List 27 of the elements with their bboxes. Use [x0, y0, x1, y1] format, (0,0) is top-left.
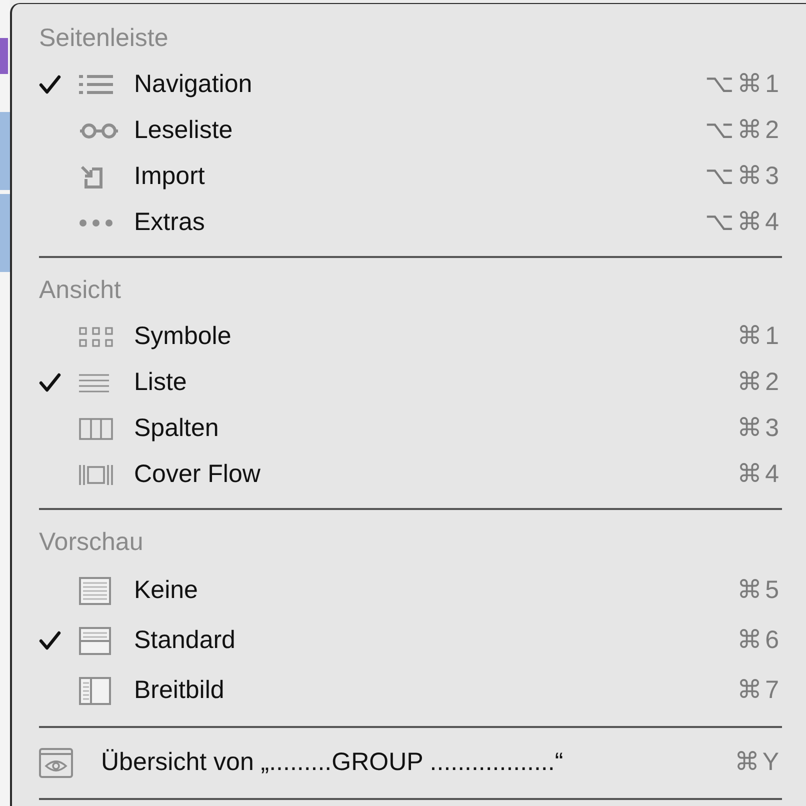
list-icon: [79, 74, 113, 96]
menu-item[interactable]: Leseliste ⌥⌘2: [39, 108, 782, 154]
eye-icon: [39, 748, 73, 778]
preview-icon: [79, 577, 111, 605]
preview-icon: [79, 677, 111, 705]
menu-item[interactable]: Spalten ⌘3: [39, 406, 782, 452]
section-header: Ansicht: [39, 275, 121, 306]
cover-flow-icon: [79, 464, 113, 486]
preview-icon: [79, 627, 111, 655]
menu-item[interactable]: Übersicht von „.........GROUP ..................“ ⌘Y: [39, 738, 782, 788]
section-header: Seitenleiste: [39, 23, 168, 54]
menu-item[interactable]: Standard ⌘6: [39, 616, 782, 666]
menu-item[interactable]: Liste ⌘2: [39, 360, 782, 406]
menu-item[interactable]: Breitbild ⌘7: [39, 666, 782, 716]
import-icon: [79, 165, 103, 189]
menu-item[interactable]: Symbole ⌘1: [39, 314, 782, 360]
more-icon: [79, 219, 113, 227]
columns-icon: [79, 418, 113, 440]
menu-item[interactable]: Import ⌥⌘3: [39, 154, 782, 200]
section-header: Vorschau: [39, 527, 144, 558]
list-view-icon: [79, 373, 109, 393]
grid-icon: [79, 327, 113, 347]
menu-item[interactable]: Extras ⌥⌘4: [39, 200, 782, 246]
glasses-icon: [79, 123, 119, 139]
menu-item[interactable]: Navigation ⌥⌘1: [39, 62, 782, 108]
menu-item[interactable]: Cover Flow ⌘4: [39, 452, 782, 498]
menu-item[interactable]: Keine ⌘5: [39, 566, 782, 616]
